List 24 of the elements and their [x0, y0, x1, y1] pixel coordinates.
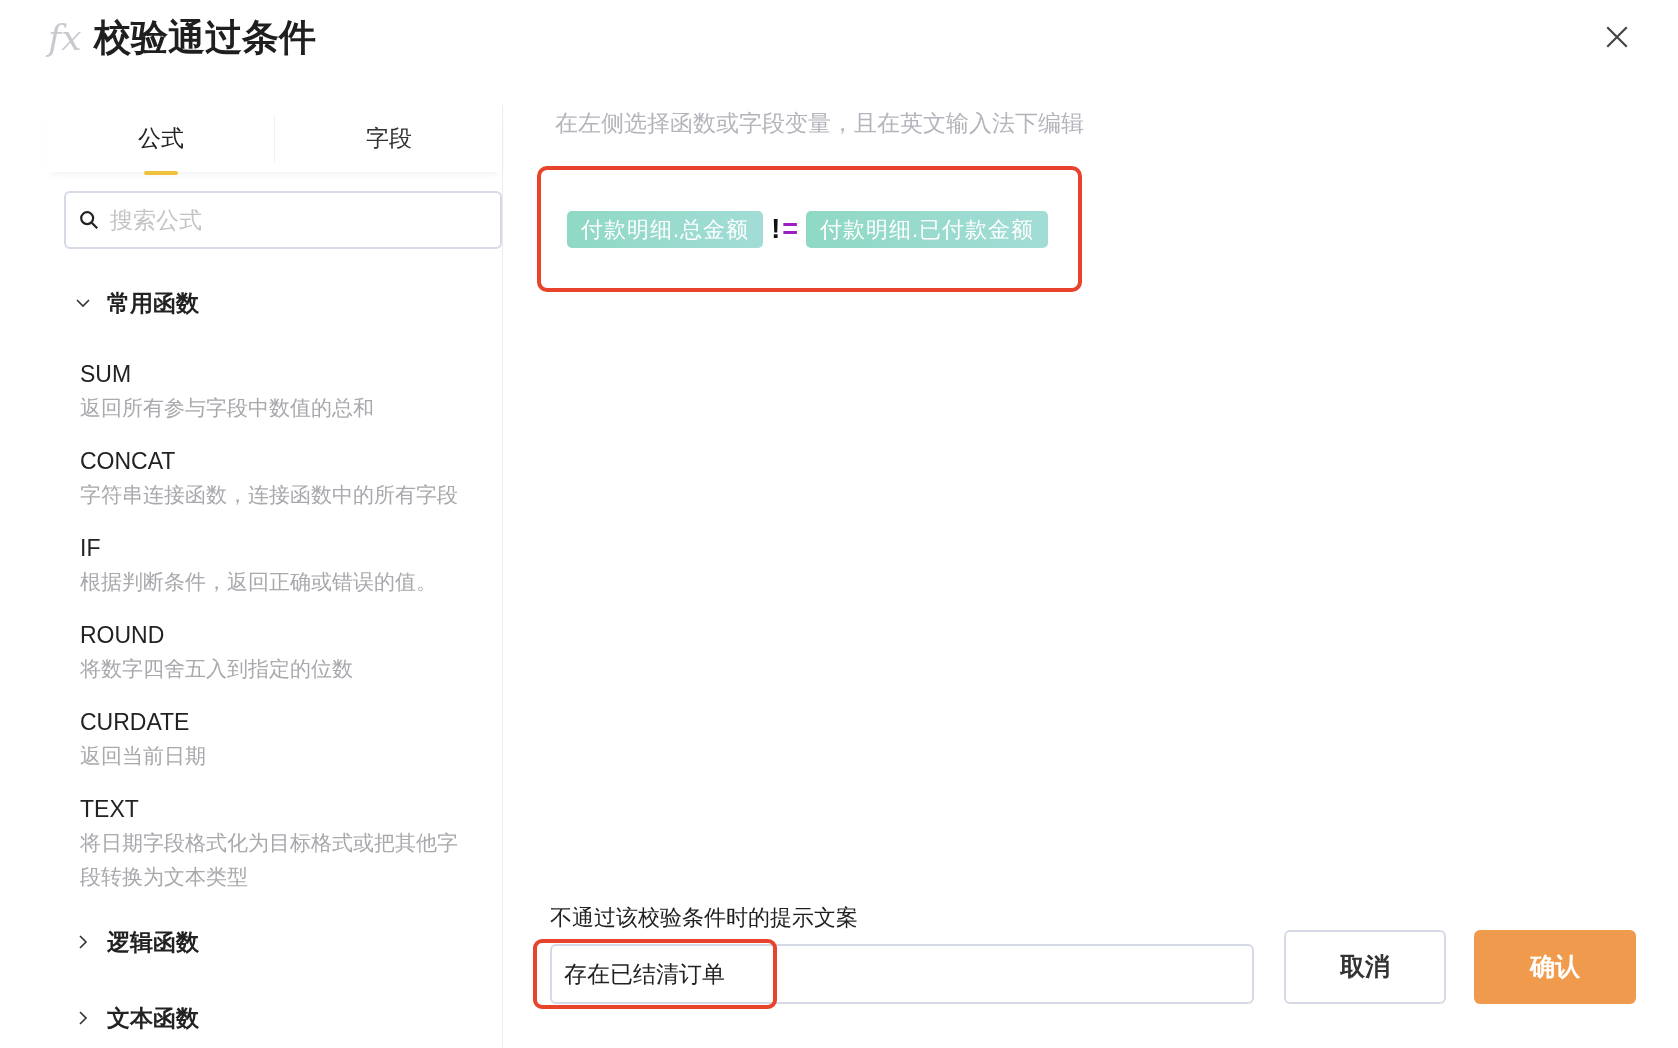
function-item[interactable]: ROUND 将数字四舍五入到指定的位数 [80, 620, 472, 686]
operator-symbol: = [782, 212, 798, 246]
group-header[interactable]: 常用函数 [47, 287, 502, 319]
cancel-button[interactable]: 取消 [1284, 930, 1446, 1004]
group-header[interactable]: 文本函数 [47, 1002, 502, 1034]
operator-symbol: ! [771, 212, 781, 246]
dialog-title: 校验通过条件 [93, 16, 316, 60]
tab[interactable]: 字段 [274, 115, 502, 162]
editor-hint: 在左侧选择函数或字段变量，且在英文输入法下编辑 [555, 109, 1085, 138]
message-field[interactable]: 存在已结清订单 [550, 944, 1254, 1004]
tab[interactable]: 公式 [47, 105, 274, 172]
field-tag: 付款明细.已付款金额 [805, 210, 1049, 248]
search-icon [78, 209, 100, 231]
function-item[interactable]: TEXT 将日期字段格式化为目标格式或把其他字段转换为文本类型 [80, 794, 472, 894]
function-item[interactable]: IF 根据判断条件，返回正确或错误的值。 [80, 533, 472, 599]
field-tag: 付款明细.总金额 [567, 210, 764, 248]
search-field[interactable]: 搜索公式 [64, 191, 502, 249]
message-label: 不通过该校验条件时的提示文案 [550, 904, 859, 932]
function-item[interactable]: CURDATE 返回当前日期 [80, 707, 472, 773]
function-item[interactable]: CONCAT 字符串连接函数，连接函数中的所有字段 [80, 446, 472, 512]
formula-editor[interactable]: 付款明细.总金额 != 付款明细.已付款金额 [537, 166, 1082, 292]
close-button[interactable] [1604, 24, 1630, 50]
function-item[interactable]: SUM 返回所有参与字段中数值的总和 [80, 359, 472, 425]
group-header[interactable]: 逻辑函数 [47, 926, 502, 958]
